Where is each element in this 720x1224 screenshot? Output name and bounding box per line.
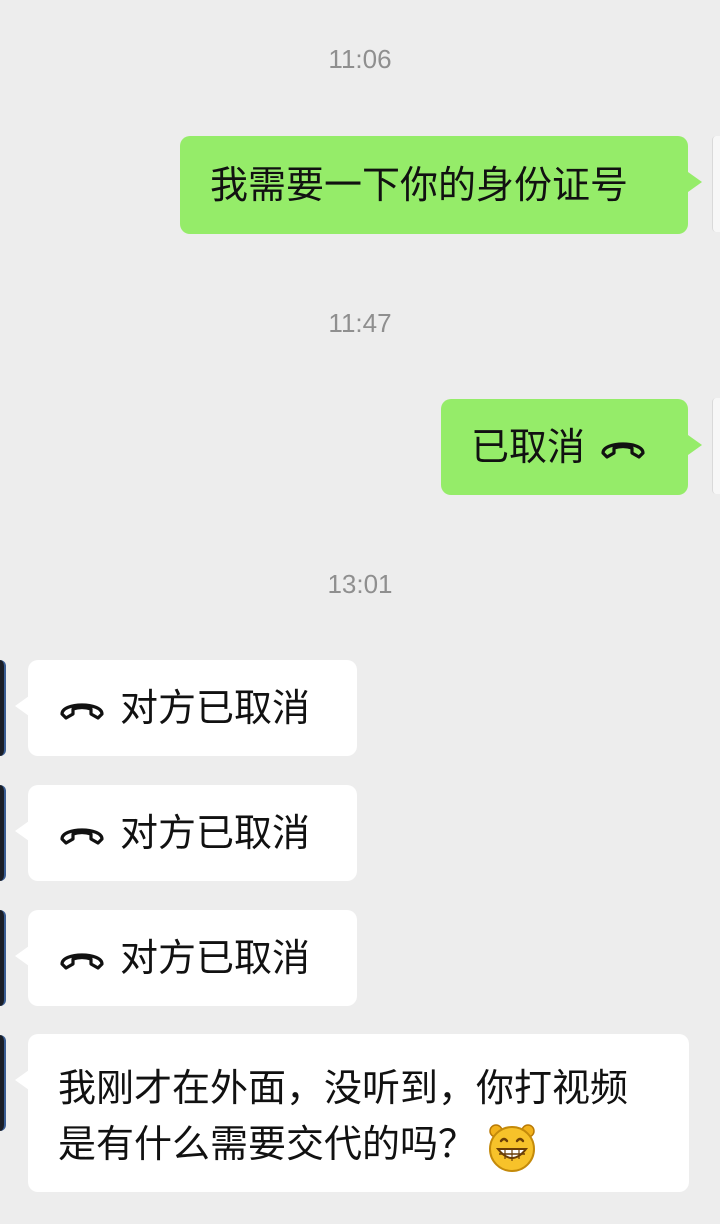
contact-avatar[interactable] — [0, 785, 6, 881]
message-text: 我需要一下你的身份证号 — [210, 163, 629, 207]
call-status-text: 对方已取消 — [120, 936, 311, 980]
message-text-line: 我刚才在外面，没听到，你打视频 — [58, 1066, 629, 1110]
message-text-line: 是有什么需要交代的吗？ — [58, 1116, 659, 1173]
phone-hangup-icon — [58, 694, 106, 722]
incoming-call-bubble[interactable]: 对方已取消 — [15, 910, 357, 1006]
call-status-text: 对方已取消 — [120, 686, 311, 730]
outgoing-call-bubble[interactable]: 已取消 — [441, 399, 702, 495]
contact-avatar[interactable] — [0, 910, 6, 1006]
phone-hangup-icon — [58, 819, 106, 847]
timestamp: 11:47 — [328, 308, 392, 338]
grinning-face-emoji-icon — [486, 1121, 538, 1173]
phone-hangup-icon — [599, 433, 647, 461]
contact-avatar[interactable] — [0, 660, 6, 756]
phone-hangup-icon — [58, 944, 106, 972]
timestamp: 13:01 — [327, 569, 393, 599]
my-avatar[interactable] — [712, 136, 720, 232]
timestamp: 11:06 — [328, 44, 392, 74]
incoming-message-bubble[interactable]: 我刚才在外面，没听到，你打视频 是有什么需要交代的吗？ — [15, 1034, 689, 1192]
call-status-text: 对方已取消 — [120, 811, 311, 855]
outgoing-message-bubble[interactable]: 我需要一下你的身份证号 — [180, 136, 702, 234]
call-status-text: 已取消 — [471, 425, 586, 469]
message-text: 是有什么需要交代的吗？ — [58, 1122, 477, 1166]
my-avatar[interactable] — [712, 398, 720, 494]
incoming-call-bubble[interactable]: 对方已取消 — [15, 785, 357, 881]
incoming-call-bubble[interactable]: 对方已取消 — [15, 660, 357, 756]
contact-avatar[interactable] — [0, 1035, 6, 1131]
